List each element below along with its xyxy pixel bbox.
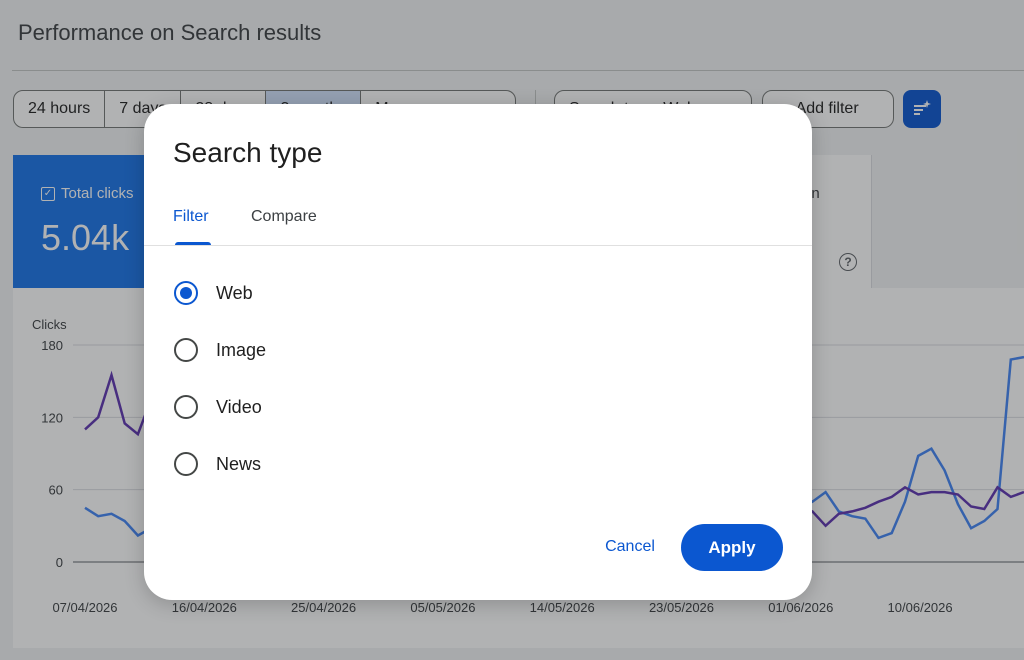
search-type-dialog: Search type Filter Compare Web Image Vid… bbox=[144, 104, 812, 600]
option-image-label: Image bbox=[216, 339, 267, 360]
tab-filter[interactable]: Filter bbox=[173, 208, 209, 226]
dialog-title: Search type bbox=[173, 137, 323, 168]
radio-image[interactable] bbox=[174, 338, 198, 362]
radio-news[interactable] bbox=[174, 452, 198, 476]
active-tab-indicator bbox=[175, 242, 211, 245]
apply-button[interactable]: Apply bbox=[681, 524, 783, 571]
option-web[interactable]: Web bbox=[174, 281, 253, 305]
option-web-label: Web bbox=[216, 282, 253, 303]
option-news-label: News bbox=[216, 453, 262, 474]
option-video[interactable]: Video bbox=[174, 395, 262, 419]
option-video-label: Video bbox=[216, 396, 262, 417]
radio-video[interactable] bbox=[174, 395, 198, 419]
tab-compare[interactable]: Compare bbox=[251, 208, 317, 226]
option-image[interactable]: Image bbox=[174, 338, 266, 362]
cancel-button[interactable]: Cancel bbox=[590, 525, 670, 569]
dialog-tabs: Filter Compare bbox=[144, 198, 812, 246]
option-news[interactable]: News bbox=[174, 452, 261, 476]
radio-web[interactable] bbox=[174, 281, 198, 305]
